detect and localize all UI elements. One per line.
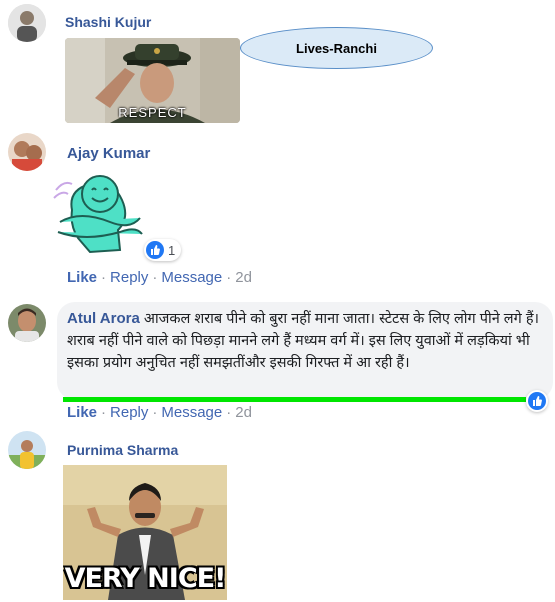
message-link[interactable]: Message	[161, 404, 222, 421]
annotation-label: Lives-Ranchi	[296, 40, 377, 56]
thumbs-up-icon	[146, 241, 164, 259]
author-name[interactable]: Shashi Kujur	[65, 14, 151, 30]
author-name[interactable]: Purnima Sharma	[67, 442, 178, 458]
message-link[interactable]: Message	[161, 269, 222, 286]
reaction-badge[interactable]: 1	[144, 239, 182, 261]
reply-link[interactable]: Reply	[110, 269, 148, 286]
author-name[interactable]: Atul Arora	[67, 310, 140, 327]
timestamp[interactable]: 2d	[235, 404, 252, 421]
hug-sticker-icon[interactable]	[50, 170, 150, 262]
like-link[interactable]: Like	[67, 269, 97, 286]
comment-actions: Like · Reply · Message · 2d	[67, 404, 252, 421]
like-reaction-icon[interactable]	[526, 390, 548, 412]
avatar-atul[interactable]	[8, 304, 46, 342]
gif-image-respect[interactable]: RESPECT	[65, 38, 240, 123]
gif-caption: VERY NICE!	[64, 563, 227, 594]
annotation-ellipse: Lives-Ranchi	[240, 27, 433, 69]
comment-actions: Like · Reply · Message · 2d	[67, 269, 252, 286]
avatar-purnima[interactable]	[8, 431, 46, 469]
timestamp[interactable]: 2d	[235, 269, 252, 286]
gif-caption: RESPECT	[118, 105, 187, 120]
thumbs-up-icon	[528, 392, 546, 410]
comment-body: Atul Arora आजकल शराब पीने को बुरा नहीं म…	[67, 308, 549, 374]
gif-image-very-nice[interactable]: VERY NICE!	[63, 465, 227, 600]
reply-link[interactable]: Reply	[110, 404, 148, 421]
avatar-shashi[interactable]	[8, 4, 46, 42]
author-name[interactable]: Ajay Kumar	[67, 145, 150, 162]
avatar-ajay[interactable]	[8, 133, 46, 171]
like-link[interactable]: Like	[67, 404, 97, 421]
reaction-count: 1	[168, 242, 176, 258]
highlight-line	[63, 397, 526, 402]
